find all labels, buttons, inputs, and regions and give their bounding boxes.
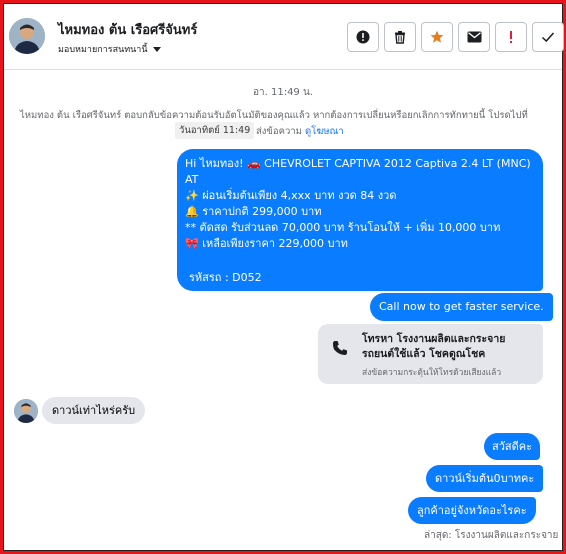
outgoing-message[interactable]: ลูกค้าอยู่จังหวัดอะไรคะ: [408, 497, 536, 524]
exclamation-icon: [510, 31, 512, 43]
call-now-bubble[interactable]: Call now to get faster service.: [370, 293, 553, 321]
outgoing-message[interactable]: ดาวน์เริ่มต้น0บาทคะ: [426, 465, 544, 492]
trash-icon: [395, 31, 405, 44]
outgoing-message[interactable]: สวัสดีคะ: [484, 433, 541, 460]
header-actions: [347, 22, 564, 52]
ad-line: AT: [185, 173, 199, 186]
truncated-line: ล่าสุด: โรงงานผลิตและกระจาย: [424, 530, 559, 541]
star-icon: [430, 30, 444, 43]
chevron-down-icon: [152, 46, 161, 52]
spam-button[interactable]: [495, 22, 527, 52]
ad-line: ** ตัดสด รับส่วนลด 70,000 บาท ร้านโอนให้…: [185, 221, 501, 234]
assign-conversation-dropdown[interactable]: มอบหมายการสนทนานี้: [58, 42, 161, 56]
ad-message-bubble[interactable]: Hi ไหมทอง! 🚗 CHEVROLET CAPTIVA 2012 Capt…: [177, 149, 543, 291]
contact-name: ไหมทอง ต้น เรือศรีจันทร์: [58, 23, 198, 38]
timestamp-tooltip: วันอาทิตย์ 11:49: [175, 122, 255, 139]
ad-line: ✨ ผ่อนเริ่มต้นเพียง 4,xxx บาท งวด 84 งวด: [185, 189, 397, 202]
car-code: รหัสรถ : D052: [189, 271, 262, 284]
call-card-title: รถยนต์ใช้แล้ว โชคดูณโชค: [362, 348, 486, 360]
delete-button[interactable]: [384, 22, 416, 52]
ad-line: 🔔 ราคาปกติ 299,000 บาท: [185, 205, 322, 218]
view-ad-link[interactable]: ดูโฆษณา: [305, 126, 344, 137]
phone-icon: [333, 341, 347, 355]
message-thread[interactable]: อา. 11:49 น. ไหมทอง ต้น เรือศรีจันทร์ ตอ…: [4, 71, 562, 551]
assign-label: มอบหมายการสนทนานี้: [58, 45, 148, 55]
ad-line: Hi ไหมทอง! 🚗 CHEVROLET CAPTIVA 2012 Capt…: [185, 157, 531, 170]
system-notice-text: ไหมทอง ต้น เรือศรีจันทร์ ตอบกลับข้อความต…: [20, 110, 528, 121]
call-card-subtitle: ส่งข้อความกระตุ้นให้โทรด้วยเสียงแล้ว: [362, 368, 502, 378]
conversation-header: ไหมทอง ต้น เรือศรีจันทร์ มอบหมายการสนทนา…: [4, 4, 564, 70]
star-button[interactable]: [421, 22, 453, 52]
system-notice: ไหมทอง ต้น เรือศรีจันทร์ ตอบกลับข้อความต…: [20, 108, 540, 140]
check-icon: [541, 32, 555, 43]
message-timestamp: อา. 11:49 น.: [253, 87, 313, 98]
alert-circle-icon: [356, 30, 370, 44]
info-button[interactable]: [347, 22, 379, 52]
incoming-message[interactable]: ดาวน์เท่าไหร่ครับ: [42, 397, 146, 424]
mark-unread-button[interactable]: [458, 22, 490, 52]
call-card-title: โทรหา โรงงานผลิตและกระจาย: [362, 333, 506, 345]
contact-avatar-small: [14, 399, 38, 423]
contact-avatar[interactable]: [9, 18, 45, 54]
call-request-card[interactable]: โทรหา โรงงานผลิตและกระจาย รถยนต์ใช้แล้ว …: [318, 324, 543, 384]
ad-line: 🎀 เหลือเพียงราคา 229,000 บาท: [185, 237, 348, 250]
mark-done-button[interactable]: [532, 22, 564, 52]
system-notice-text2: ส่งข้อความ: [256, 126, 302, 137]
envelope-icon: [467, 31, 481, 43]
